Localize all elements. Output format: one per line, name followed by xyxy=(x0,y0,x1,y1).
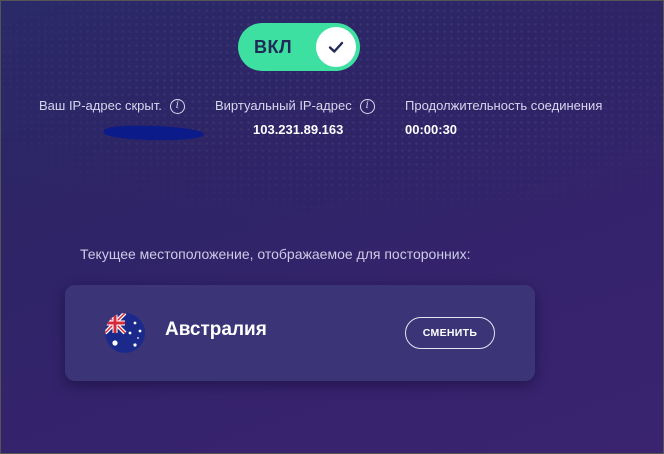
connection-duration-label: Продолжительность соединения xyxy=(405,98,603,113)
connection-duration-value: 00:00:30 xyxy=(405,122,458,137)
location-card: Австралия СМЕНИТЬ xyxy=(65,285,535,381)
virtual-ip-label: Виртуальный IP-адрес xyxy=(215,98,352,113)
redaction-mark xyxy=(103,125,205,141)
vpn-toggle[interactable]: ВКЛ xyxy=(238,23,360,71)
toggle-label: ВКЛ xyxy=(254,37,293,57)
country-name: Австралия xyxy=(165,319,267,340)
toggle-knob xyxy=(316,27,356,67)
change-location-button[interactable]: СМЕНИТЬ xyxy=(405,317,495,349)
connection-duration-info: Продолжительность соединения 00:00:30 xyxy=(405,96,602,137)
virtual-ip-value: 103.231.89.163 xyxy=(253,122,344,137)
virtual-ip-info: Виртуальный IP-адрес i 103.231.89.163 xyxy=(215,96,375,137)
info-icon[interactable]: i xyxy=(359,98,375,114)
ip-hidden-label: Ваш IP-адрес скрыт. xyxy=(39,98,162,113)
check-icon xyxy=(328,41,344,53)
ip-hidden-info: Ваш IP-адрес скрыт. i xyxy=(39,96,185,122)
australia-flag-icon xyxy=(105,313,145,353)
info-icon[interactable]: i xyxy=(169,98,185,114)
location-heading: Текущее местоположение, отображаемое для… xyxy=(80,246,471,262)
